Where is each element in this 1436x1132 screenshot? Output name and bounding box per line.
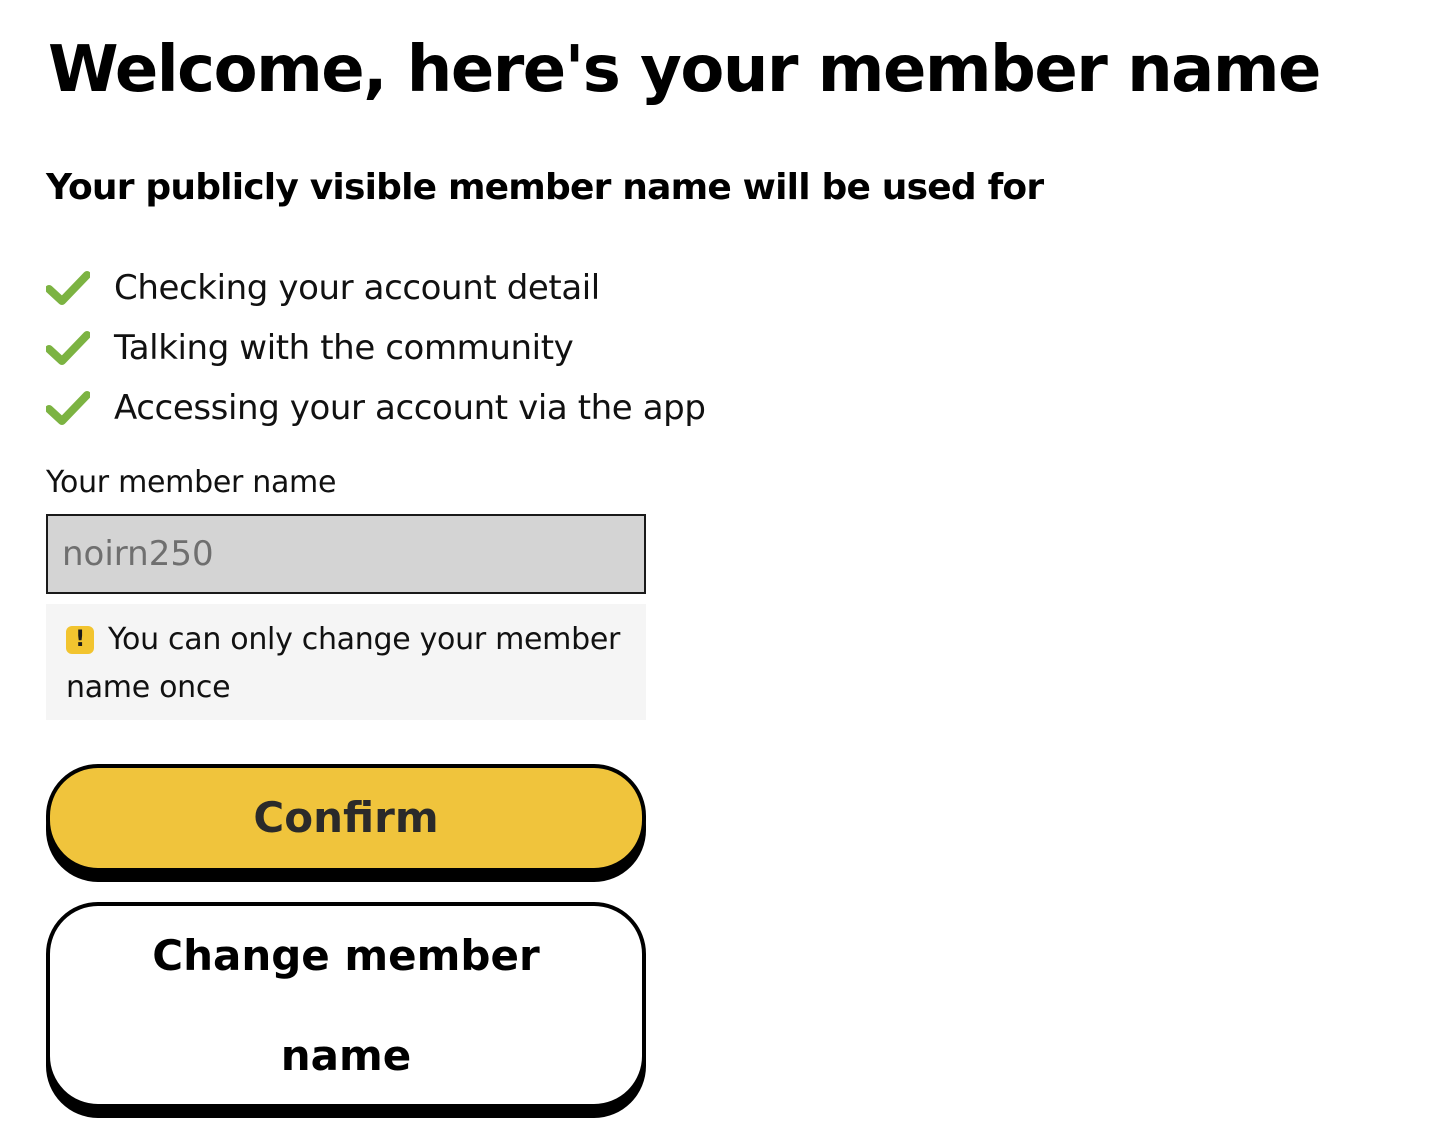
checkmark-icon (46, 331, 90, 365)
warning-icon: ! (66, 626, 94, 654)
benefits-list: Checking your account detail Talking wit… (46, 258, 706, 438)
member-name-input[interactable] (46, 514, 646, 594)
change-once-notice: ! You can only change your member name on… (46, 604, 646, 720)
benefit-item: Checking your account detail (46, 258, 706, 318)
benefit-text: Checking your account detail (114, 268, 600, 308)
member-name-label: Your member name (46, 465, 337, 500)
benefit-text: Accessing your account via the app (114, 388, 706, 428)
change-member-name-button[interactable]: Change member name (46, 902, 646, 1108)
confirm-button[interactable]: Confirm (46, 764, 646, 872)
notice-text: You can only change your member name onc… (66, 622, 621, 705)
page-subtitle: Your publicly visible member name will b… (46, 167, 1044, 208)
checkmark-icon (46, 391, 90, 425)
benefit-item: Accessing your account via the app (46, 378, 706, 438)
checkmark-icon (46, 271, 90, 305)
benefit-item: Talking with the community (46, 318, 706, 378)
page-title: Welcome, here's your member name (48, 33, 1321, 107)
benefit-text: Talking with the community (114, 328, 574, 368)
